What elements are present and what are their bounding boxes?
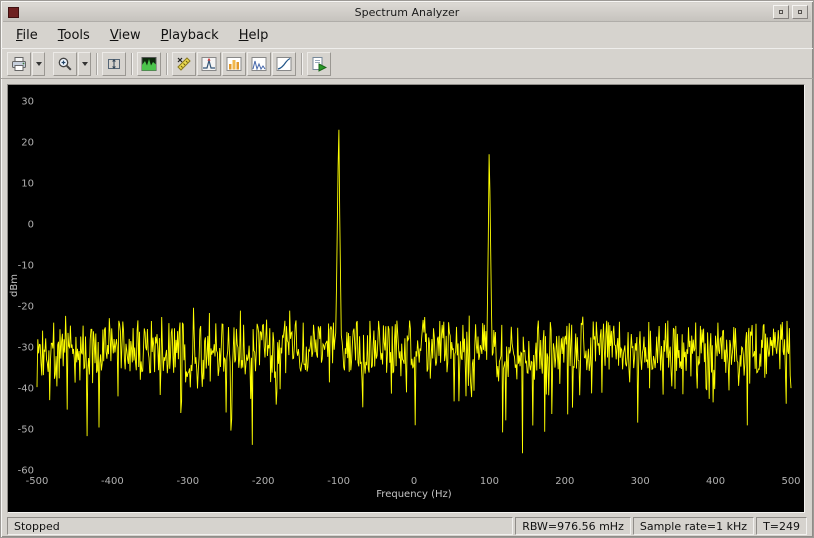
scope-display: 30 20 10 0 -10 -20 -30 -40 -50 -60 -500 -400 -300 -20… [7,84,805,513]
axis-label: dBm [9,274,20,297]
axis-label: Frequency (Hz) [376,489,452,500]
title-bar: Spectrum Analyzer [3,3,811,22]
ccdf-measurements-button[interactable] [272,51,296,76]
print-icon [12,56,26,71]
status-bar: Stopped RBW=976.56 mHz Sample rate=1 kHz… [7,517,807,535]
tick-label: 400 [706,476,725,487]
tick-label: -400 [101,476,124,487]
minimize-icon [779,10,783,14]
status-rbw: RBW=976.56 mHz [515,517,631,535]
channel-measurements-icon [226,56,242,71]
maximize-icon [798,10,802,14]
toolbar-separator [131,52,132,75]
menu-view[interactable]: View [101,25,150,46]
spectrum-settings-button[interactable] [137,51,161,76]
menu-bar: File Tools View Playback Help [1,22,813,48]
tick-label: -200 [252,476,275,487]
print-dropdown-icon [35,61,42,66]
tick-label: -60 [18,466,34,477]
peak-finder-button[interactable] [197,51,221,76]
print-dropdown-button[interactable] [32,51,45,76]
peak-finder-icon [201,56,217,71]
menu-help[interactable]: Help [230,25,278,46]
tick-label: -500 [26,476,49,487]
menu-tools[interactable]: Tools [49,25,99,46]
spectrum-plot[interactable]: 3020100-10-20-30-40-50-60-500 -400 -300 -20… [8,85,804,512]
distortion-measurements-icon [251,56,267,71]
zoom-dropdown-button[interactable] [78,51,91,76]
run-button[interactable] [307,51,331,76]
tick-label: 200 [555,476,574,487]
run-icon [312,56,327,72]
status-sample-rate: Sample rate=1 kHz [632,517,755,535]
spectrum-trace [36,129,792,454]
window-menu-icon[interactable] [8,6,19,18]
distortion-measurements-button[interactable] [247,51,271,76]
tick-label: 300 [631,476,650,487]
toolbar-separator [166,52,167,75]
title-bar-buttons [773,5,808,19]
status-state: Stopped [7,517,514,535]
status-time: T=249 [756,517,807,535]
zoom-dropdown-icon [81,61,88,66]
print-button[interactable] [7,51,31,76]
tick-label: -300 [176,476,199,487]
spectrum-analyzer-window: Spectrum Analyzer File Tools View Playba… [0,0,814,538]
autoscale-button[interactable] [102,51,126,76]
toolbar [1,48,813,79]
zoom-in-button[interactable] [53,51,77,76]
tick-label: 100 [480,476,499,487]
tick-label: 0 [411,476,417,487]
tick-label: 0 [28,220,34,231]
tick-label: 30 [21,97,34,108]
tick-label: -50 [18,425,34,436]
zoom-in-icon [58,57,72,71]
ccdf-measurements-icon [276,56,292,71]
maximize-button[interactable] [792,5,808,19]
menu-playback[interactable]: Playback [152,25,228,46]
tick-label: 500 [781,476,800,487]
autoscale-axes-icon [108,58,120,69]
toolbar-separator [96,52,97,75]
cursor-measurements-icon [177,56,191,71]
tick-label: -20 [18,302,34,313]
minimize-button[interactable] [773,5,789,19]
tick-label: 10 [21,179,34,190]
tick-label: 20 [21,138,34,149]
cursor-measurements-button[interactable] [172,51,196,76]
toolbar-separator [301,52,302,75]
spectrum-settings-icon [141,56,157,71]
tick-label: -100 [327,476,350,487]
tick-label: -30 [18,343,34,354]
menu-file[interactable]: File [7,25,47,46]
tick-label: -40 [18,384,34,395]
tick-label: -10 [18,261,34,272]
window-title: Spectrum Analyzer [354,5,460,19]
channel-measurements-button[interactable] [222,51,246,76]
